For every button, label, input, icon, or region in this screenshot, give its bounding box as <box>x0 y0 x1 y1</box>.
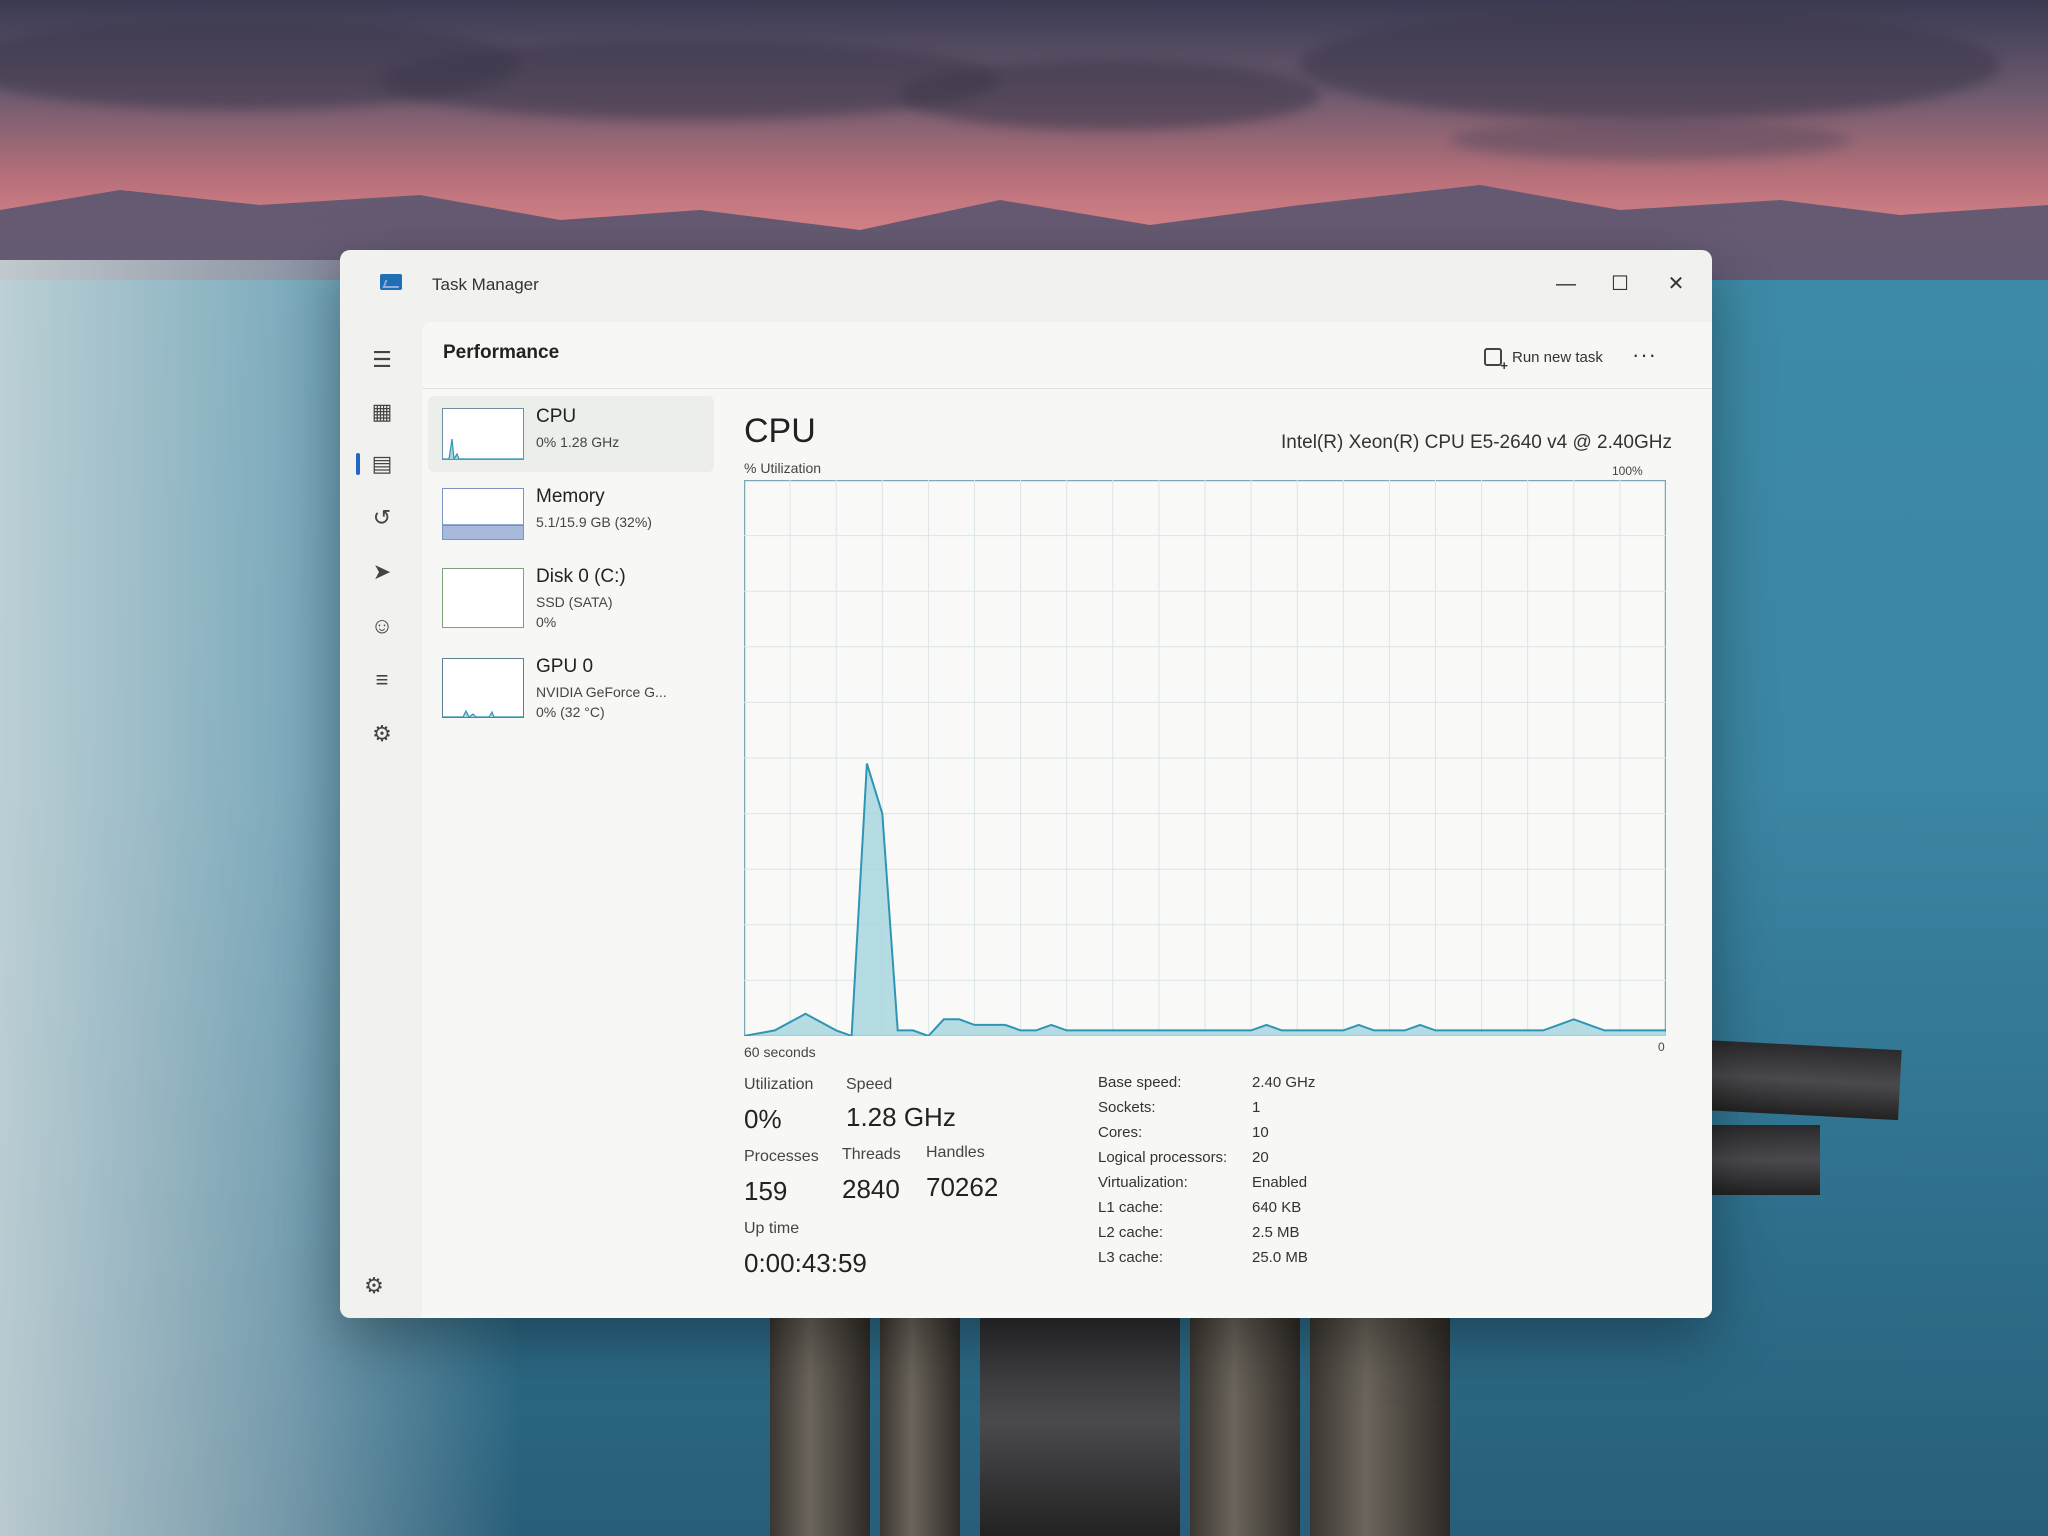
run-new-task-label: Run new task <box>1512 348 1603 366</box>
spec-value-virtualization: Enabled <box>1252 1174 1308 1191</box>
processes-nav-button[interactable]: ▦ <box>364 394 400 430</box>
spec-value-logical-processors: 20 <box>1252 1149 1269 1166</box>
threads-label: Threads <box>842 1146 901 1163</box>
spec-value-base-speed: 2.40 GHz <box>1252 1074 1316 1091</box>
spec-value-l1-cache: 640 KB <box>1252 1199 1302 1216</box>
window-title: Task Manager <box>432 275 539 294</box>
cpu-graph-svg <box>743 479 1667 1038</box>
navigation-rail: ☰ ▦ ▤ ↺ ➤ ☺ ≡ ⚙ ⚙ <box>340 322 422 1318</box>
resource-item-cpu[interactable]: CPU 0% 1.28 GHz <box>428 396 714 472</box>
users-nav-button[interactable]: ☺ <box>364 608 400 644</box>
resource-item-gpu[interactable]: GPU 0 NVIDIA GeForce G... 0% (32 °C) <box>428 646 714 732</box>
resource-detail: NVIDIA GeForce G... <box>536 684 667 700</box>
spec-label-l3-cache: L3 cache: <box>1098 1249 1164 1266</box>
maximize-icon: ☐ <box>1611 273 1629 295</box>
services-icon: ⚙ <box>372 721 392 746</box>
speed-value: 1.28 GHz <box>846 1102 956 1132</box>
resource-name: GPU 0 <box>536 656 594 677</box>
performance-icon: ▤ <box>371 451 393 476</box>
app-history-nav-button[interactable]: ↺ <box>364 500 400 536</box>
uptime-label: Up time <box>744 1220 800 1237</box>
settings-icon: ⚙ <box>364 1273 384 1298</box>
title-bar[interactable]: Task Manager — ☐ ✕ <box>340 250 1712 322</box>
minimize-icon: — <box>1556 273 1576 295</box>
resource-name: CPU <box>536 406 577 427</box>
nav-active-indicator <box>356 453 360 475</box>
processes-label: Processes <box>744 1148 819 1165</box>
disk-thumbnail-graph <box>442 568 524 628</box>
cpu-model-name: Intel(R) Xeon(R) CPU E5-2640 v4 @ 2.40GH… <box>1281 432 1672 453</box>
spec-label-logical-processors: Logical processors: <box>1098 1149 1228 1166</box>
resource-name: Disk 0 (C:) <box>536 566 626 587</box>
speed-label: Speed <box>846 1076 893 1093</box>
details-icon: ≡ <box>375 667 389 692</box>
uptime-value: 0:00:43:59 <box>744 1248 867 1278</box>
threads-value: 2840 <box>842 1174 900 1204</box>
utilization-value: 0% <box>744 1104 782 1134</box>
handles-label: Handles <box>926 1144 985 1161</box>
services-nav-button[interactable]: ⚙ <box>364 716 400 752</box>
processes-icon: ▦ <box>371 399 393 424</box>
app-history-icon: ↺ <box>372 505 392 530</box>
graph-min-label: 0 <box>1658 1040 1665 1054</box>
run-new-task-icon <box>1484 348 1508 372</box>
resource-detail: 0% (32 °C) <box>536 704 605 720</box>
hamburger-menu-button[interactable]: ☰ <box>364 342 400 378</box>
handles-value: 70262 <box>926 1172 999 1202</box>
more-options-button[interactable]: ··· <box>1632 342 1657 368</box>
spec-label-l1-cache: L1 cache: <box>1098 1199 1164 1216</box>
hamburger-menu-icon: ☰ <box>372 347 392 372</box>
spec-label-base-speed: Base speed: <box>1098 1074 1182 1091</box>
resource-detail: 0% <box>536 614 557 630</box>
spec-label-sockets: Sockets: <box>1098 1099 1156 1116</box>
resource-name: Memory <box>536 486 605 507</box>
maximize-button[interactable]: ☐ <box>1594 266 1646 302</box>
startup-apps-nav-button[interactable]: ➤ <box>364 554 400 590</box>
cpu-heading: CPU <box>744 412 816 450</box>
page-title: Performance <box>443 342 560 363</box>
spec-value-l3-cache: 25.0 MB <box>1252 1249 1308 1266</box>
processes-value: 159 <box>744 1176 788 1206</box>
minimize-button[interactable]: — <box>1540 266 1592 302</box>
page-header: Performance Run new task ··· <box>422 322 1712 389</box>
performance-nav-button[interactable]: ▤ <box>364 446 400 482</box>
graph-y-axis-label: % Utilization <box>744 460 822 476</box>
close-icon: ✕ <box>1667 273 1685 295</box>
spec-value-l2-cache: 2.5 MB <box>1252 1224 1300 1241</box>
startup-apps-icon: ➤ <box>372 559 392 584</box>
spec-value-cores: 10 <box>1252 1124 1269 1141</box>
spec-label-cores: Cores: <box>1098 1124 1143 1141</box>
graph-max-label: 100% <box>1612 464 1643 478</box>
run-new-task-button[interactable]: Run new task <box>1484 348 1603 372</box>
graph-time-span-label: 60 seconds <box>744 1044 816 1060</box>
content-area: Performance Run new task ··· CPU 0% 1.28… <box>422 322 1712 1318</box>
users-icon: ☺ <box>370 613 394 638</box>
resource-detail: SSD (SATA) <box>536 594 613 610</box>
task-manager-app-icon <box>380 274 402 290</box>
close-button[interactable]: ✕ <box>1650 266 1702 302</box>
resource-item-disk[interactable]: Disk 0 (C:) SSD (SATA) 0% <box>428 556 714 642</box>
utilization-label: Utilization <box>744 1076 814 1093</box>
task-manager-window: Task Manager — ☐ ✕ ☰ ▦ ▤ ↺ ➤ ☺ ≡ ⚙ ⚙ Per… <box>340 250 1712 1318</box>
gpu-thumbnail-graph <box>442 658 524 718</box>
resource-detail: 0% 1.28 GHz <box>536 434 620 450</box>
cpu-thumbnail-graph <box>442 408 524 460</box>
spec-label-virtualization: Virtualization: <box>1098 1174 1188 1191</box>
spec-label-l2-cache: L2 cache: <box>1098 1224 1164 1241</box>
memory-thumbnail-graph <box>442 488 524 540</box>
details-nav-button[interactable]: ≡ <box>364 662 400 698</box>
cpu-utilization-graph <box>743 479 1667 1038</box>
resource-detail: 5.1/15.9 GB (32%) <box>536 514 652 530</box>
spec-value-sockets: 1 <box>1252 1099 1261 1116</box>
settings-button[interactable]: ⚙ <box>360 1272 388 1300</box>
resource-item-memory[interactable]: Memory 5.1/15.9 GB (32%) <box>428 476 714 552</box>
